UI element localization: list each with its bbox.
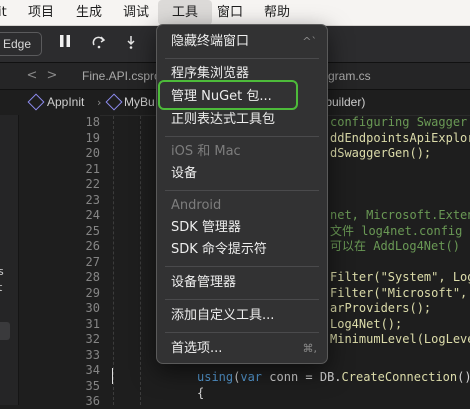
menu-window[interactable]: 窗口 <box>217 0 243 25</box>
left-panel-glyph: s <box>0 265 4 278</box>
menu-project[interactable]: 项目 <box>28 0 54 25</box>
line-number: 31 <box>85 316 100 331</box>
menu-bar: it 项目 生成 调试 工具 窗口 帮助 <box>0 0 470 26</box>
code-fragment: dSwaggerGen(); <box>330 146 432 160</box>
code-fragment: net, Microsoft.Extens <box>330 208 470 222</box>
menu-debug[interactable]: 调试 <box>123 0 149 25</box>
line-number: 25 <box>85 223 100 238</box>
code-keyword: using <box>197 370 234 384</box>
text-cursor <box>112 368 113 384</box>
breadcrumb-separator: › <box>97 96 102 109</box>
tab-program[interactable]: gram.cs <box>328 63 371 89</box>
menu-edit[interactable]: it <box>0 0 7 25</box>
menu-item-label: 首选项... <box>171 341 223 356</box>
pause-icon-glyph <box>60 35 70 47</box>
menu-tools[interactable]: 工具 <box>158 0 212 25</box>
menu-build[interactable]: 生成 <box>76 0 102 25</box>
indent-guide <box>140 116 141 405</box>
menu-separator <box>165 299 319 300</box>
method-icon <box>105 93 123 111</box>
line-number: 22 <box>85 177 100 191</box>
line-number: 21 <box>85 161 100 176</box>
menu-help[interactable]: 帮助 <box>264 0 290 25</box>
line-number-gutter: 18 19 20 21 22 23 24 25 26 27 28 29 30 3… <box>19 115 100 408</box>
line-number: 23 <box>85 192 100 207</box>
code-fragment: 文件 log4net.config 这 <box>330 223 470 238</box>
breadcrumb-appinit[interactable]: AppInit <box>47 90 84 115</box>
line-number: 29 <box>85 285 100 300</box>
code-fragment: ddEndpointsApiExplore <box>330 130 470 145</box>
code-function: CreateConnection <box>341 370 458 384</box>
code-fragment: MinimumLevel(LogLeve <box>330 332 470 346</box>
tools-dropdown-menu: 隐藏终端窗口 ^` 程序集浏览器 管理 NuGet 包... 正则表达式工具包 … <box>156 24 328 364</box>
browser-target-button[interactable]: Edge <box>0 32 42 56</box>
line-number: 26 <box>85 239 100 253</box>
menu-separator <box>165 58 319 59</box>
step-over-icon[interactable] <box>90 34 108 54</box>
code-fragment: 可以在 AddLog4Net() <box>330 239 460 253</box>
indent-guide <box>113 116 114 405</box>
code-text: ()) <box>457 370 470 384</box>
nuget-highlight-box <box>158 80 298 110</box>
menu-item-regex-toolkit[interactable]: 正则表达式工具包 <box>157 109 327 131</box>
tab-forward-button[interactable]: > <box>44 66 60 86</box>
menu-item-preferences[interactable]: 首选项... ⌘, <box>157 338 327 360</box>
line-number: 33 <box>85 347 100 362</box>
code-keyword: var <box>240 370 263 384</box>
menu-separator <box>165 332 319 333</box>
code-fragment: arProviders(); <box>330 301 432 315</box>
menu-item-device-manager[interactable]: 设备管理器 <box>157 272 327 294</box>
step-into-icon[interactable] <box>122 34 140 54</box>
line-number: 30 <box>85 301 100 315</box>
menu-section-ios-mac: iOS 和 Mac <box>171 144 241 159</box>
method-icon <box>27 93 45 111</box>
code-fragment: Filter("Microsoft", <box>330 285 468 300</box>
shortcut-label: ⌘, <box>302 342 318 355</box>
menu-item-sdk-command-prompt[interactable]: SDK 命令提示符 <box>157 239 327 261</box>
menu-item-add-custom-tool[interactable]: 添加自定义工具... <box>157 305 327 327</box>
tab-back-button[interactable]: < <box>24 66 40 86</box>
code-text: conn = DB. <box>262 370 342 384</box>
step-over-icon-glyph <box>92 36 106 49</box>
menu-item-label: 隐藏终端窗口 <box>171 34 250 49</box>
code-fragment: Log4Net(); <box>330 316 403 331</box>
breadcrumb-mybuilder[interactable]: MyBu <box>124 90 155 115</box>
line-number: 28 <box>85 270 100 284</box>
line-number: 20 <box>85 146 100 160</box>
shortcut-label: ^` <box>302 35 317 48</box>
menu-item-sdk-manager[interactable]: SDK 管理器 <box>157 217 327 239</box>
line-number: 24 <box>85 208 100 222</box>
menu-section-android: Android <box>171 198 222 213</box>
code-fragment: Filter("System", Log <box>330 270 470 284</box>
code-line-36: { <box>197 386 205 400</box>
tab-csproj[interactable]: Fine.API.cspro <box>82 63 161 89</box>
pause-icon[interactable] <box>56 34 74 54</box>
line-number: 32 <box>85 332 100 346</box>
line-number: 34 <box>85 363 100 377</box>
line-number: 27 <box>85 254 100 269</box>
menu-separator <box>165 190 319 191</box>
code-line-35: using(var conn = DB.CreateConnection()) <box>197 370 470 385</box>
left-panel-strip: s t <box>0 115 19 405</box>
line-number: 19 <box>85 130 100 145</box>
menu-separator <box>165 136 319 137</box>
menu-item-hide-terminal[interactable]: 隐藏终端窗口 ^` <box>157 31 327 53</box>
menu-separator <box>165 266 319 267</box>
line-number: 36 <box>85 394 100 408</box>
step-into-icon-glyph <box>127 36 135 49</box>
left-panel-box[interactable] <box>0 322 10 340</box>
line-number: 35 <box>85 378 100 393</box>
code-fragment: configuring Swagger <box>330 115 468 129</box>
left-panel-glyph: t <box>0 281 3 294</box>
menu-item-devices[interactable]: 设备 <box>157 163 327 185</box>
line-number: 18 <box>85 115 100 129</box>
